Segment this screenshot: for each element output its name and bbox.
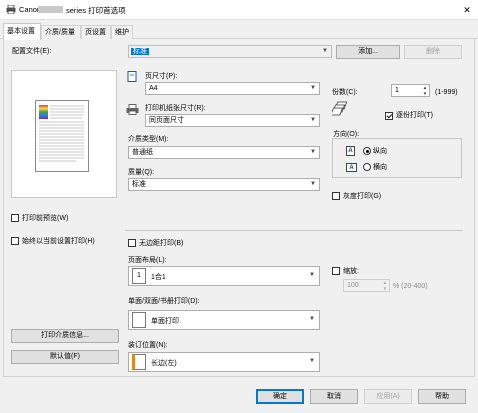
printer-icon xyxy=(6,5,16,14)
landscape-label: 横向 xyxy=(373,164,387,171)
window-title-suffix: series 打印首选项 xyxy=(66,6,126,15)
scaling-label: 缩放: xyxy=(343,268,359,275)
add-profile-button[interactable]: 添加... xyxy=(336,45,400,59)
printer-paper-size-label: 打印机纸张尺寸(R): xyxy=(145,105,206,112)
chevron-down-icon: ▼ xyxy=(310,85,316,91)
media-type-label: 介质类型(M): xyxy=(128,136,169,143)
chevron-down-icon: ▼ xyxy=(322,48,328,54)
defaults-button[interactable]: 默认值(F) xyxy=(11,350,119,364)
portrait-radio[interactable] xyxy=(363,147,371,155)
left-edge-binding-icon xyxy=(132,354,146,370)
landscape-icon: A xyxy=(346,163,357,172)
help-button[interactable]: 帮助 xyxy=(418,389,466,404)
scaling-range: % (20-400) xyxy=(393,283,428,290)
printer-paper-size-value: 同页面尺寸 xyxy=(149,117,184,124)
page-size-value: A4 xyxy=(149,85,158,92)
tab-media-quality[interactable]: 介质/质量 xyxy=(41,25,81,39)
duplex-value: 单面打印 xyxy=(151,318,179,325)
copies-range: (1-999) xyxy=(435,89,458,96)
borderless-checkbox[interactable] xyxy=(128,239,136,247)
quality-value: 标准 xyxy=(132,181,146,188)
apply-button[interactable]: 应用(A) xyxy=(364,389,412,404)
scaling-checkbox[interactable] xyxy=(332,267,340,275)
landscape-radio[interactable] xyxy=(363,163,371,171)
collate-label: 逐份打印(T) xyxy=(396,112,433,119)
media-type-value: 普通纸 xyxy=(132,149,153,156)
borderless-label: 无边距打印(B) xyxy=(139,240,184,247)
printer-paper-icon xyxy=(126,104,139,115)
stapling-value: 长边(左) xyxy=(151,360,177,367)
section-divider xyxy=(125,230,463,231)
page-size-icon xyxy=(127,71,137,82)
grayscale-checkbox[interactable] xyxy=(332,192,340,200)
portrait-label: 纵向 xyxy=(373,148,387,155)
preview-before-label: 打印前预览(W) xyxy=(22,215,69,222)
spin-down-icon[interactable]: ▼ xyxy=(421,91,429,97)
copies-input[interactable]: 1 ▲ ▼ xyxy=(391,84,430,97)
always-print-current-label: 始终以当前设置打印(H) xyxy=(22,238,95,245)
tab-maintenance[interactable]: 维护 xyxy=(111,25,133,39)
cancel-button[interactable]: 取消 xyxy=(310,389,358,404)
chevron-down-icon: ▼ xyxy=(310,117,316,123)
media-type-select[interactable]: 普通纸 ▼ xyxy=(128,146,320,159)
orientation-group xyxy=(332,138,462,178)
page-size-label: 页尺寸(P): xyxy=(145,73,178,80)
title-bar: Canon series 打印首选项 ✕ xyxy=(0,0,478,20)
page-layout-label: 页面布局(L): xyxy=(128,257,167,264)
stapling-label: 装订位置(N): xyxy=(128,342,168,349)
page-layout-value: 1合1 xyxy=(151,274,166,281)
ok-button[interactable]: 确定 xyxy=(256,389,304,404)
printer-paper-size-select[interactable]: 同页面尺寸 ▼ xyxy=(145,114,320,127)
spin-down-icon[interactable]: ▼ xyxy=(381,286,389,292)
preview-page-image xyxy=(39,105,84,162)
collate-checkbox[interactable] xyxy=(385,112,393,120)
always-print-current-checkbox[interactable] xyxy=(11,237,19,245)
scaling-value: 100 xyxy=(347,282,359,289)
scaling-input[interactable]: 100 ▲ ▼ xyxy=(343,279,390,292)
collate-icon xyxy=(332,101,348,116)
stapling-select[interactable]: 长边(左) ▼ xyxy=(128,352,320,372)
duplex-select[interactable]: 单面打印 ▼ xyxy=(128,310,320,330)
close-icon[interactable]: ✕ xyxy=(459,3,475,17)
page-layout-select[interactable]: 1 1合1 ▼ xyxy=(128,266,320,286)
media-info-button[interactable]: 打印介质信息... xyxy=(11,329,119,343)
preview-before-checkbox[interactable] xyxy=(11,214,19,222)
chevron-down-icon: ▼ xyxy=(310,149,316,155)
tab-basic-settings[interactable]: 基本设置 xyxy=(3,23,41,40)
chevron-down-icon: ▼ xyxy=(309,358,315,364)
profile-label: 配置文件(E): xyxy=(12,48,52,55)
delete-profile-button[interactable]: 删除 xyxy=(404,45,462,59)
tab-bar: 基本设置 介质/质量 页设置 维护 xyxy=(0,20,478,40)
chevron-down-icon: ▼ xyxy=(309,272,315,278)
duplex-label: 单面/双面/书册打印(D): xyxy=(128,298,200,305)
single-sided-icon xyxy=(132,312,146,328)
copies-label: 份数(C): xyxy=(332,89,358,96)
tab-page-setup[interactable]: 页设置 xyxy=(81,25,111,39)
page-layout-icon: 1 xyxy=(132,268,146,284)
quality-select[interactable]: 标准 ▼ xyxy=(128,178,320,191)
portrait-icon: A xyxy=(346,146,355,156)
chevron-down-icon: ▼ xyxy=(309,316,315,322)
profile-value: 标准 xyxy=(131,48,149,55)
grayscale-label: 灰度打印(G) xyxy=(343,193,382,200)
page-preview xyxy=(35,100,89,172)
quality-label: 质量(Q): xyxy=(128,169,155,176)
chevron-down-icon: ▼ xyxy=(310,181,316,187)
copies-value: 1 xyxy=(395,87,399,94)
page-size-select[interactable]: A4 ▼ xyxy=(145,82,320,95)
profile-select[interactable]: 标准 ▼ xyxy=(128,45,332,58)
redacted-model-name xyxy=(38,6,63,13)
